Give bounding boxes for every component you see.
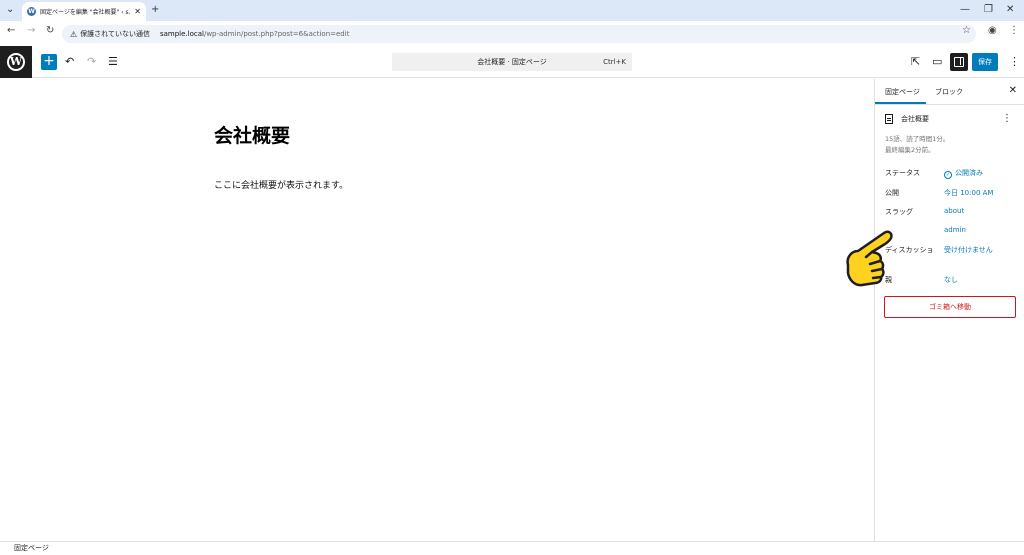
settings-sidebar-toggle[interactable] — [950, 53, 968, 71]
wordpress-favicon-icon: W — [27, 7, 36, 16]
block-inserter-button[interactable]: + — [41, 54, 57, 70]
save-button[interactable]: 保存 — [972, 53, 998, 71]
active-tab-indicator — [875, 102, 926, 104]
tab-search-icon[interactable]: ⌄ — [6, 4, 14, 16]
discussion-button[interactable]: 受け付けません — [944, 245, 993, 255]
command-label: 会社概要 · 固定ページ — [477, 58, 547, 66]
breadcrumb-item[interactable]: 固定ページ — [14, 544, 49, 552]
restore-icon[interactable]: ❐ — [984, 4, 993, 16]
publish-label: 公開 — [885, 189, 899, 197]
slug-label: スラッグ — [885, 208, 913, 216]
url-path: /wp-admin/post.php?post=6&action=edit — [203, 30, 350, 38]
back-icon[interactable]: ← — [7, 25, 15, 36]
url-field[interactable]: ⚠ 保護されていない通信 sample.local /wp-admin/post… — [62, 25, 976, 43]
options-menu-icon[interactable]: ⋮ — [1009, 55, 1020, 68]
minimize-icon[interactable]: — — [960, 4, 970, 16]
browser-chrome: ⌄ W 固定ページを編集 "会社概要" ‹ s... ✕ + — ❐ ✕ ← →… — [0, 0, 1024, 46]
forward-icon[interactable]: → — [27, 25, 35, 36]
tab-strip: ⌄ W 固定ページを編集 "会社概要" ‹ s... ✕ + — ❐ ✕ — [0, 0, 1024, 21]
editor-header: W + ↶ ↷ ☰ 会社概要 · 固定ページ Ctrl+K ⇱ ▭ 保存 ⋮ — [0, 46, 1024, 78]
move-to-trash-button[interactable]: ゴミ箱へ移動 — [884, 296, 1016, 318]
editor-canvas — [0, 79, 874, 541]
browser-menu-icon[interactable]: ⋮ — [1009, 25, 1019, 36]
redo-icon[interactable]: ↷ — [87, 55, 96, 68]
sidebar-tabs: 固定ページ ブロック ✕ — [875, 79, 1024, 105]
new-tab-icon[interactable]: + — [151, 4, 159, 16]
undo-icon[interactable]: ↶ — [65, 55, 74, 68]
status-label: ステータス — [885, 169, 920, 177]
publish-date-button[interactable]: 今日 10:00 AM — [944, 188, 993, 198]
reload-icon[interactable]: ↻ — [46, 25, 54, 36]
settings-sidebar: 固定ページ ブロック ✕ 会社概要 ⋮ 15語、読了時間1分。 最終編集2分前。… — [874, 79, 1024, 541]
document-overview-icon[interactable]: ☰ — [108, 55, 118, 68]
tab-block[interactable]: ブロック — [935, 87, 963, 97]
close-tab-icon[interactable]: ✕ — [134, 7, 141, 16]
word-count-text: 15語、読了時間1分。 — [885, 135, 950, 143]
sidebar-icon — [954, 57, 964, 67]
shortcut-hint: Ctrl+K — [603, 58, 626, 66]
pointing-hand-icon — [846, 230, 893, 287]
status-value-text: 公開済み — [955, 169, 983, 177]
security-label: 保護されていない通信 — [80, 30, 150, 38]
check-circle-icon: ✓ — [944, 171, 952, 179]
author-button[interactable]: admin — [944, 226, 966, 234]
address-bar-row: ← → ↻ ⚠ 保護されていない通信 sample.local /wp-admi… — [0, 21, 1024, 46]
tab-page[interactable]: 固定ページ — [885, 87, 920, 97]
wordpress-logo-icon: W — [7, 53, 25, 71]
wordpress-logo-button[interactable]: W — [0, 46, 32, 78]
preview-device-icon[interactable]: ▭ — [932, 55, 942, 68]
warning-icon: ⚠ — [70, 29, 78, 39]
last-edited-text: 最終編集2分前。 — [885, 146, 935, 154]
url-host: sample.local — [159, 30, 204, 38]
window-close-icon[interactable]: ✕ — [1006, 4, 1014, 16]
profile-icon[interactable]: ◉ — [988, 25, 997, 36]
document-title-row: 会社概要 — [885, 114, 1020, 124]
close-sidebar-icon[interactable]: ✕ — [1009, 85, 1017, 96]
view-page-icon[interactable]: ⇱ — [911, 55, 920, 68]
tab-title: 固定ページを編集 "会社概要" ‹ s... — [40, 9, 132, 16]
paragraph-block[interactable]: ここに会社概要が表示されます。 — [214, 178, 348, 191]
document-title: 会社概要 — [901, 115, 929, 123]
status-value[interactable]: ✓ 公開済み — [944, 168, 983, 179]
page-icon — [885, 114, 893, 124]
post-meta: 15語、読了時間1分。 最終編集2分前。 — [885, 134, 949, 156]
command-palette-button[interactable]: 会社概要 · 固定ページ Ctrl+K — [392, 53, 632, 71]
parent-button[interactable]: なし — [944, 275, 958, 285]
block-breadcrumb-bar: 固定ページ — [0, 541, 1024, 555]
post-title[interactable]: 会社概要 — [214, 121, 290, 148]
bookmark-star-icon[interactable]: ☆ — [962, 25, 971, 36]
slug-button[interactable]: about — [944, 207, 964, 215]
page-actions-icon[interactable]: ⋮ — [1002, 113, 1012, 124]
browser-tab[interactable]: W 固定ページを編集 "会社概要" ‹ s... ✕ — [22, 2, 146, 21]
